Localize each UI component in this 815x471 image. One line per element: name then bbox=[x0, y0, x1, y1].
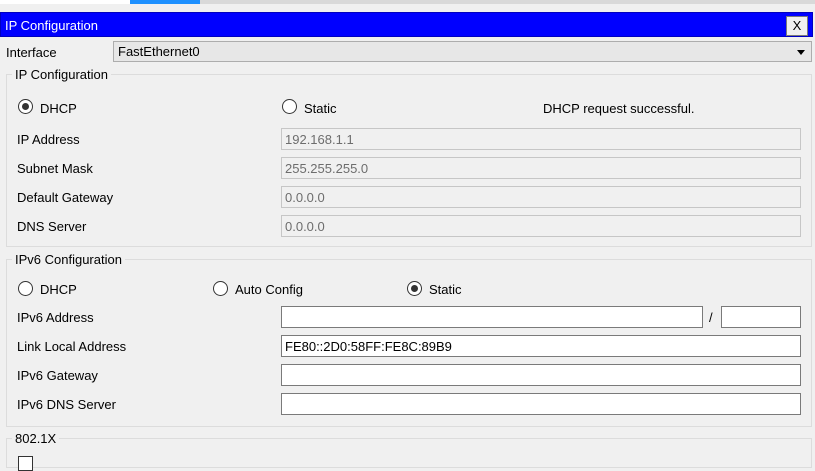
ipv6-dns-server-label: IPv6 DNS Server bbox=[17, 397, 116, 412]
dot1x-group bbox=[6, 438, 812, 468]
subnet-mask-field[interactable]: 255.255.255.0 bbox=[281, 157, 801, 179]
chevron-down-icon bbox=[797, 50, 805, 55]
default-gateway-field[interactable]: 0.0.0.0 bbox=[281, 186, 801, 208]
window-title: IP Configuration bbox=[5, 18, 98, 33]
ipv6-gateway-label: IPv6 Gateway bbox=[17, 368, 98, 383]
ipv6-dhcp-label[interactable]: DHCP bbox=[40, 282, 77, 297]
dhcp-status-text: DHCP request successful. bbox=[543, 101, 695, 116]
ip-address-field[interactable]: 192.168.1.1 bbox=[281, 128, 801, 150]
dot1x-group-title: 802.1X bbox=[12, 431, 60, 446]
ipv4-static-label[interactable]: Static bbox=[304, 101, 337, 116]
ipv6-prefix-length-field[interactable] bbox=[721, 306, 801, 328]
default-gateway-label: Default Gateway bbox=[17, 190, 114, 205]
dns-server-field[interactable]: 0.0.0.0 bbox=[281, 215, 801, 237]
tab-strip-rest bbox=[200, 0, 815, 4]
ipv6-dns-server-field[interactable] bbox=[281, 393, 801, 415]
interface-select[interactable]: FastEthernet0 bbox=[113, 41, 812, 62]
subnet-mask-label: Subnet Mask bbox=[17, 161, 93, 176]
ipv6-gateway-field[interactable] bbox=[281, 364, 801, 386]
ipv4-dhcp-radio[interactable] bbox=[18, 99, 33, 114]
ipv6-static-label[interactable]: Static bbox=[429, 282, 462, 297]
tab-strip bbox=[0, 0, 815, 4]
dot1x-checkbox[interactable] bbox=[18, 456, 33, 471]
interface-label: Interface bbox=[6, 45, 57, 60]
link-local-address-label: Link Local Address bbox=[17, 339, 127, 354]
dns-server-label: DNS Server bbox=[17, 219, 87, 234]
interface-select-value: FastEthernet0 bbox=[118, 44, 200, 59]
ip-config-group-title: IP Configuration bbox=[12, 67, 111, 82]
ipv6-static-radio[interactable] bbox=[407, 281, 422, 296]
prefix-separator: / bbox=[709, 310, 713, 325]
ipv4-static-radio[interactable] bbox=[282, 99, 297, 114]
window-title-bar: IP Configuration X bbox=[0, 12, 813, 37]
ipv6-address-field[interactable] bbox=[281, 306, 703, 328]
ip-address-label: IP Address bbox=[17, 132, 80, 147]
ipv6-config-group-title: IPv6 Configuration bbox=[12, 252, 125, 267]
link-local-address-field[interactable]: FE80::2D0:58FF:FE8C:89B9 bbox=[281, 335, 801, 357]
ipv6-dhcp-radio[interactable] bbox=[18, 281, 33, 296]
ipv6-auto-config-label[interactable]: Auto Config bbox=[235, 282, 303, 297]
close-button[interactable]: X bbox=[786, 16, 808, 36]
ipv6-auto-config-radio[interactable] bbox=[213, 281, 228, 296]
ipv6-address-label: IPv6 Address bbox=[17, 310, 94, 325]
active-tab-indicator[interactable] bbox=[130, 0, 200, 4]
ipv4-dhcp-label[interactable]: DHCP bbox=[40, 101, 77, 116]
